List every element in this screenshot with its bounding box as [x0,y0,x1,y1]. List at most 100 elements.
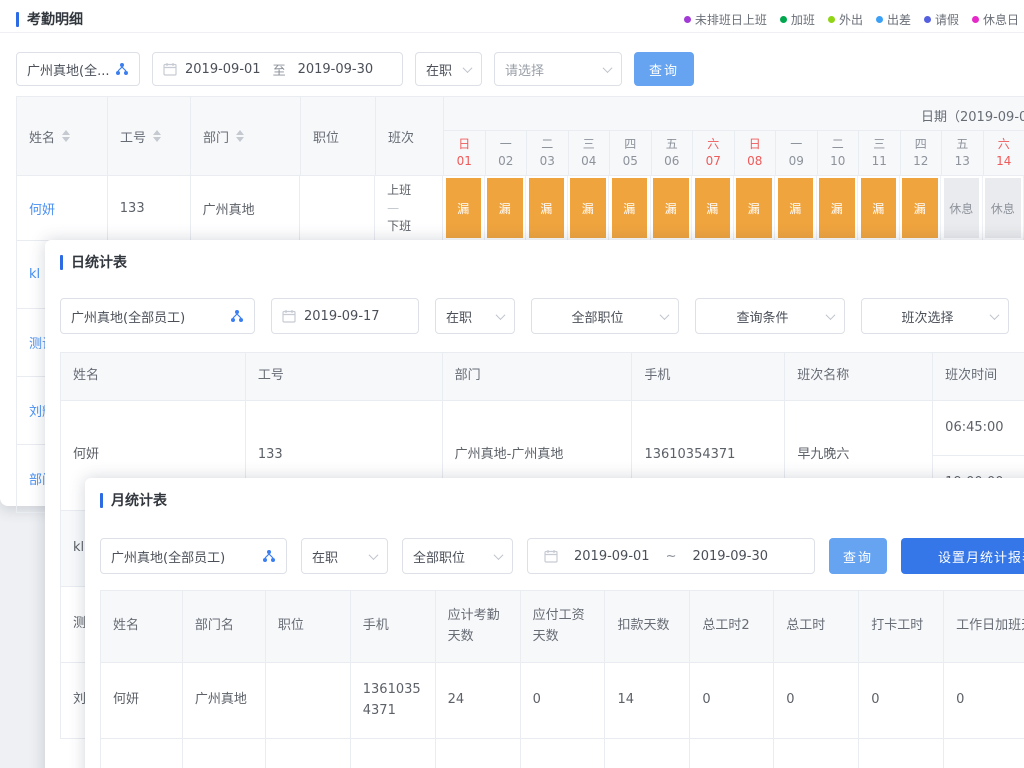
title-accent-bar [100,493,103,508]
att-column-header[interactable]: 姓名 [17,97,108,176]
day-number-label: 09 [789,153,804,170]
title-accent-bar [16,12,19,27]
chevron-down-icon [369,550,379,560]
day-number-label: 02 [498,153,513,170]
status-select-value: 在职 [446,307,489,326]
shift-select[interactable]: 班次选择 [861,298,1009,334]
status-select[interactable]: 在职 [435,298,515,334]
day-status-cell: 漏 [734,176,776,241]
monthly-column-header: 职位 [266,591,351,663]
data-cell: 0 [690,663,774,739]
shift-divider: — [387,199,399,217]
position-select[interactable]: 全部职位 [531,298,679,334]
data-cell: 0 [944,663,1024,739]
end-date-value: 2019-09-30 [298,62,374,77]
date-separator: 至 [273,60,286,79]
monthly-column-header: 手机 [351,591,436,663]
date-range-picker[interactable]: 2019-09-01 至 2019-09-30 [152,52,403,86]
status-badge: 漏 [487,178,523,238]
shift-on-label: 上班 [387,181,411,199]
day-number-label: 05 [623,153,638,170]
day-column-header: 六07 [693,131,735,176]
att-column-header[interactable]: 部门 [191,97,301,176]
org-selector[interactable]: 广州真地(全... [16,52,140,86]
legend-item: 请假 [924,11,959,28]
day-of-week-label: 四 [624,136,636,153]
day-number-label: 10 [830,153,845,170]
chevron-down-icon [496,310,506,320]
att-fixed-headers: 姓名工号部门职位班次 [17,97,444,176]
day-status-cell: 漏 [651,176,693,241]
condition-select[interactable]: 查询条件 [695,298,845,334]
day-status-cell: 漏 [900,176,942,241]
day-status-cell: 休息 [983,176,1024,241]
position-select[interactable]: 全部职位 [402,538,513,574]
att-column-header[interactable]: 工号 [108,97,191,176]
data-cell: 0 [859,739,944,768]
legend-item: 未排班日上班 [684,11,767,28]
org-selector-value: 广州真地(全... [27,60,111,79]
data-cell [266,663,351,739]
setup-monthly-report-button[interactable]: 设置月统计报表 [901,538,1024,574]
status-select-value: 在职 [426,60,456,79]
data-cell: 0 [690,739,774,768]
position-select-value: 全部职位 [413,547,487,566]
monthly-rows: 何妍广州真地13610354371240140000kl广州真地13625691… [101,663,1024,768]
day-status-cell: 漏 [443,176,485,241]
day-column-header: 三11 [859,131,901,176]
shift-cell: 上班 — 下班 [375,176,443,241]
legend-dot-icon [876,16,883,23]
employee-name-cell: 何妍 [101,663,183,739]
status-badge: 漏 [529,178,565,238]
day-column-header: 一02 [486,131,528,176]
day-column-header: 日01 [444,131,486,176]
day-number-label: 08 [747,153,762,170]
shift-start-time: 06:45:00 [933,401,1024,456]
att-column-header-label: 职位 [313,127,339,146]
daily-column-header: 姓名 [61,353,246,401]
date-range-picker[interactable]: 2019-09-01 ~ 2019-09-30 [527,538,815,574]
legend-dot-icon [924,16,931,23]
org-selector[interactable]: 广州真地(全部员工) [60,298,255,334]
department-cell: 广州真地 [191,176,301,241]
day-column-header: 一09 [776,131,818,176]
day-column-header: 二03 [527,131,569,176]
monthly-column-header: 应付工资天数 [521,591,606,663]
monthly-column-header: 总工时2 [690,591,774,663]
data-cell: 5 [605,739,690,768]
monthly-stats-table: 姓名部门名职位手机应计考勤天数应付工资天数扣款天数总工时2总工时打卡工时工作日加… [100,590,1024,768]
day-of-week-label: 六 [998,136,1010,153]
day-number-label: 06 [664,153,679,170]
condition-select[interactable]: 请选择 [494,52,622,86]
employee-name-link[interactable]: 何妍 [17,176,108,241]
status-badge: 漏 [778,178,814,238]
start-date-value: 2019-09-01 [574,549,650,564]
daily-column-header: 班次名称 [785,353,933,401]
sort-caret-icon[interactable] [153,130,161,142]
table-row: 何妍 133 广州真地 上班 — 下班 漏漏漏漏漏漏漏漏漏漏漏漏休息休息 [17,176,1024,241]
day-status-cell: 漏 [775,176,817,241]
date-picker[interactable]: 2019-09-17 [271,298,419,334]
status-select[interactable]: 在职 [415,52,482,86]
attendance-app-screen: 考勤明细 未排班日上班加班外出出差请假休息日 广州真地(全... 2019-09… [0,0,1024,768]
employee-number-cell: 133 [108,176,191,241]
sort-caret-icon[interactable] [236,130,244,142]
calendar-icon [282,309,296,323]
page-title: 考勤明细 [27,9,83,29]
day-status-cell: 漏 [692,176,734,241]
day-column-header: 六14 [984,131,1024,176]
daily-table-header: 姓名工号部门手机班次名称班次时间 [61,353,1024,401]
day-status-cell: 漏 [485,176,527,241]
status-select[interactable]: 在职 [301,538,388,574]
org-tree-icon [115,62,129,76]
legend-label: 出差 [887,11,911,28]
legend-label: 请假 [935,11,959,28]
org-selector[interactable]: 广州真地(全部员工) [100,538,287,574]
query-button[interactable]: 查询 [634,52,694,86]
query-button[interactable]: 查询 [829,538,887,574]
panel-title: 月统计表 [111,490,167,510]
status-badge: 漏 [653,178,689,238]
org-tree-icon [230,309,244,323]
day-status-cell: 漏 [526,176,568,241]
sort-caret-icon[interactable] [62,130,70,142]
